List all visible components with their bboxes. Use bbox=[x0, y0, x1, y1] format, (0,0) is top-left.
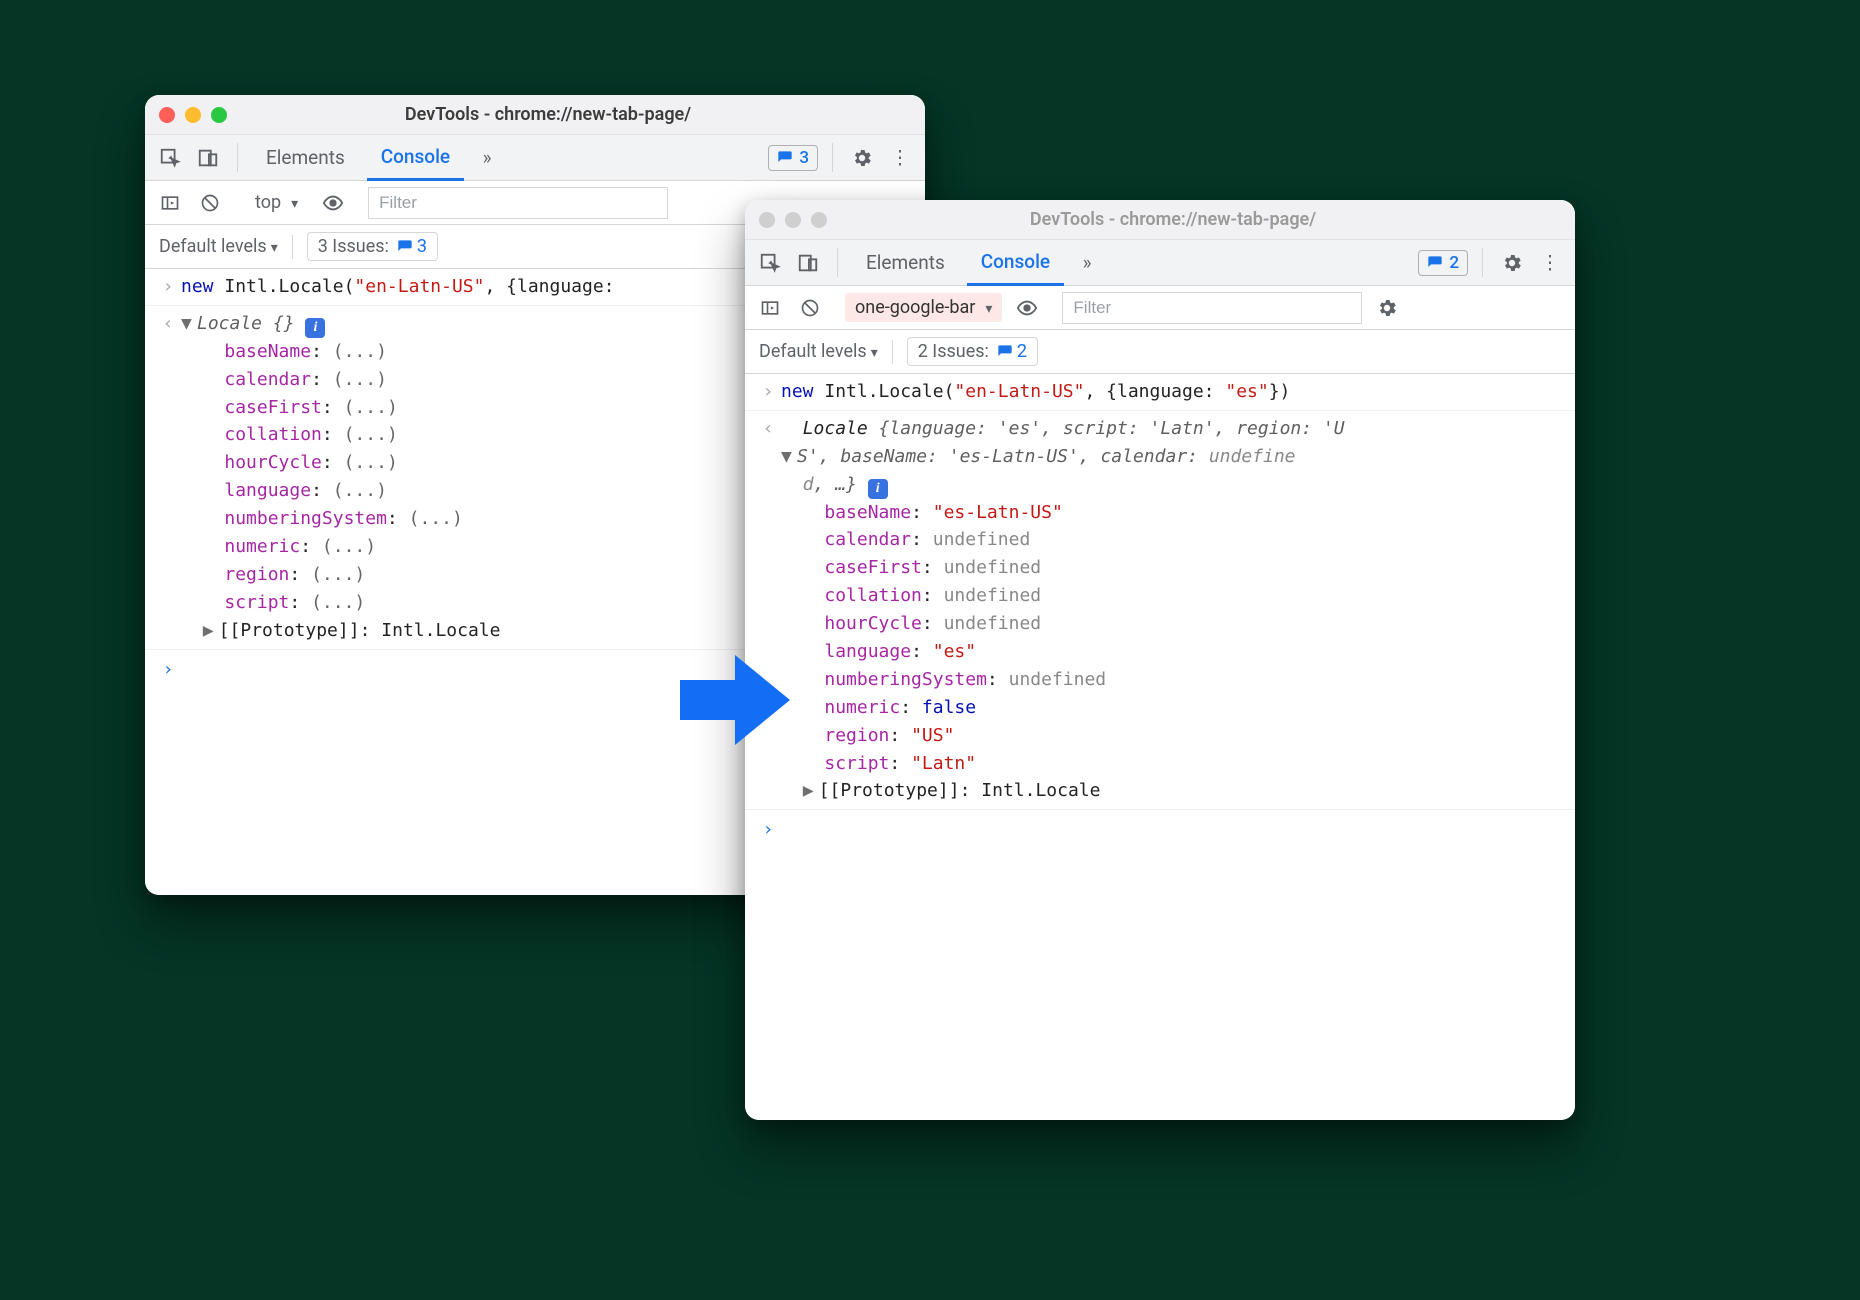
info-icon[interactable]: i bbox=[305, 318, 325, 338]
window-title: DevTools - chrome://new-tab-page/ bbox=[845, 209, 1501, 230]
object-property[interactable]: caseFirst: undefined bbox=[781, 554, 1345, 582]
tab-elements[interactable]: Elements bbox=[852, 241, 959, 284]
input-caret-icon: › bbox=[155, 273, 181, 301]
return-caret-icon bbox=[155, 310, 181, 338]
titlebar: DevTools - chrome://new-tab-page/ bbox=[745, 200, 1575, 240]
tab-console[interactable]: Console bbox=[967, 240, 1064, 286]
issues-count: 3 bbox=[417, 236, 427, 257]
object-property[interactable]: language: (...) bbox=[181, 477, 500, 505]
inspect-icon[interactable] bbox=[755, 248, 785, 278]
more-menu-icon[interactable]: ⋮ bbox=[1535, 248, 1565, 278]
prototype-row[interactable]: ▶[[Prototype]]: Intl.Locale bbox=[781, 777, 1345, 805]
issues-label: 2 Issues: bbox=[918, 341, 989, 362]
object-summary[interactable]: Locale {language: 'es', script: 'Latn', … bbox=[781, 415, 1345, 499]
close-icon[interactable] bbox=[159, 107, 175, 123]
tab-console[interactable]: Console bbox=[367, 135, 464, 181]
object-property[interactable]: collation: undefined bbox=[781, 582, 1345, 610]
console-result-row: Locale {language: 'es', script: 'Latn', … bbox=[745, 411, 1575, 810]
traffic-lights bbox=[159, 107, 227, 123]
object-property[interactable]: region: (...) bbox=[181, 561, 500, 589]
context-label: one-google-bar bbox=[855, 297, 975, 318]
levels-selector[interactable]: Default levels bbox=[159, 236, 278, 257]
toggle-sidebar-icon[interactable] bbox=[755, 293, 785, 323]
info-icon[interactable]: i bbox=[868, 479, 888, 499]
minimize-icon[interactable] bbox=[785, 212, 801, 228]
object-property[interactable]: script: (...) bbox=[181, 589, 500, 617]
object-property[interactable]: numeric: false bbox=[781, 694, 1345, 722]
more-menu-icon[interactable]: ⋮ bbox=[885, 143, 915, 173]
maximize-icon[interactable] bbox=[211, 107, 227, 123]
live-expression-icon[interactable] bbox=[1012, 293, 1042, 323]
return-caret-icon bbox=[755, 415, 781, 443]
object-property[interactable]: numberingSystem: (...) bbox=[181, 505, 500, 533]
devtools-toolbar: Elements Console » 2 ⋮ bbox=[745, 240, 1575, 286]
issues-button[interactable]: 2 Issues: 2 bbox=[907, 337, 1038, 366]
more-tabs-icon[interactable]: » bbox=[472, 143, 502, 173]
issues-badge[interactable]: 3 bbox=[768, 145, 818, 171]
inspect-icon[interactable] bbox=[155, 143, 185, 173]
object-header[interactable]: ▼Locale {} i bbox=[181, 310, 500, 338]
object-property[interactable]: baseName: (...) bbox=[181, 338, 500, 366]
console-input-row: › new Intl.Locale("en-Latn-US", {languag… bbox=[745, 374, 1575, 411]
object-property[interactable]: script: "Latn" bbox=[781, 750, 1345, 778]
console-levels-bar: Default levels 2 Issues: 2 bbox=[745, 330, 1575, 374]
devtools-toolbar: Elements Console » 3 ⋮ bbox=[145, 135, 925, 181]
issues-badge-count: 2 bbox=[1449, 253, 1459, 273]
object-property[interactable]: calendar: undefined bbox=[781, 526, 1345, 554]
issues-badge[interactable]: 2 bbox=[1418, 250, 1468, 276]
object-property[interactable]: numberingSystem: undefined bbox=[781, 666, 1345, 694]
input-caret-icon: › bbox=[755, 378, 781, 406]
arrow-icon bbox=[680, 650, 790, 750]
issues-button[interactable]: 3 Issues: 3 bbox=[307, 232, 438, 261]
object-property[interactable]: collation: (...) bbox=[181, 421, 500, 449]
issues-badge-count: 3 bbox=[799, 148, 809, 168]
issues-count: 2 bbox=[1017, 341, 1027, 362]
window-title: DevTools - chrome://new-tab-page/ bbox=[245, 104, 851, 125]
issues-label: 3 Issues: bbox=[318, 236, 389, 257]
minimize-icon[interactable] bbox=[185, 107, 201, 123]
object-property[interactable]: baseName: "es-Latn-US" bbox=[781, 499, 1345, 527]
filter-input[interactable] bbox=[368, 187, 668, 219]
maximize-icon[interactable] bbox=[811, 212, 827, 228]
devtools-window-right: DevTools - chrome://new-tab-page/ Elemen… bbox=[745, 200, 1575, 1120]
object-property[interactable]: language: "es" bbox=[781, 638, 1345, 666]
toggle-sidebar-icon[interactable] bbox=[155, 188, 185, 218]
settings-icon[interactable] bbox=[1497, 248, 1527, 278]
context-label: top bbox=[255, 192, 281, 213]
titlebar: DevTools - chrome://new-tab-page/ bbox=[145, 95, 925, 135]
console-settings-icon[interactable] bbox=[1372, 293, 1402, 323]
clear-console-icon[interactable] bbox=[195, 188, 225, 218]
traffic-lights bbox=[759, 212, 827, 228]
device-toggle-icon[interactable] bbox=[793, 248, 823, 278]
console-subtoolbar: one-google-bar bbox=[745, 286, 1575, 330]
console-output: › new Intl.Locale("en-Latn-US", {languag… bbox=[745, 374, 1575, 1120]
console-prompt[interactable]: › bbox=[745, 810, 1575, 850]
context-selector[interactable]: top bbox=[245, 188, 308, 217]
object-property[interactable]: calendar: (...) bbox=[181, 366, 500, 394]
settings-icon[interactable] bbox=[847, 143, 877, 173]
close-icon[interactable] bbox=[759, 212, 775, 228]
clear-console-icon[interactable] bbox=[795, 293, 825, 323]
filter-input[interactable] bbox=[1062, 292, 1362, 324]
object-property[interactable]: caseFirst: (...) bbox=[181, 394, 500, 422]
object-property[interactable]: hourCycle: (...) bbox=[181, 449, 500, 477]
prototype-row[interactable]: ▶[[Prototype]]: Intl.Locale bbox=[181, 617, 500, 645]
levels-selector[interactable]: Default levels bbox=[759, 341, 878, 362]
more-tabs-icon[interactable]: » bbox=[1072, 248, 1102, 278]
object-property[interactable]: region: "US" bbox=[781, 722, 1345, 750]
object-property[interactable]: numeric: (...) bbox=[181, 533, 500, 561]
live-expression-icon[interactable] bbox=[318, 188, 348, 218]
context-selector[interactable]: one-google-bar bbox=[845, 293, 1002, 322]
device-toggle-icon[interactable] bbox=[193, 143, 223, 173]
tab-elements[interactable]: Elements bbox=[252, 136, 359, 179]
object-property[interactable]: hourCycle: undefined bbox=[781, 610, 1345, 638]
